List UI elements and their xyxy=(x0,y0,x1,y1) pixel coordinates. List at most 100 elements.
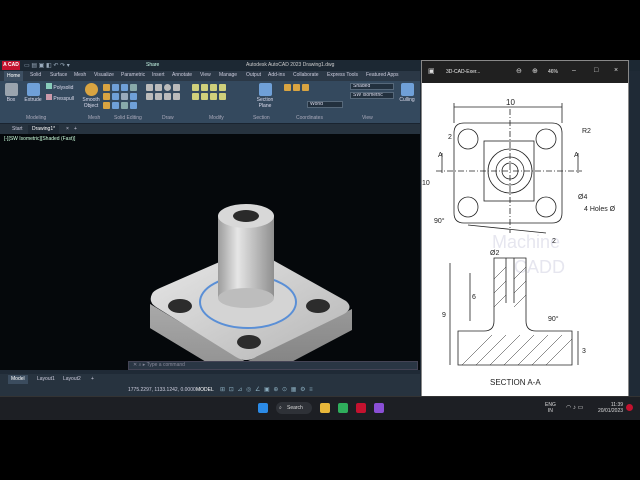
stretch-icon[interactable] xyxy=(210,93,217,100)
tab-layout1[interactable]: Layout1 xyxy=(34,375,58,384)
panel-section[interactable]: Section xyxy=(253,115,270,121)
language-indicator[interactable]: ENG IN xyxy=(545,402,556,414)
taskbar-search[interactable]: ⌕ Search xyxy=(276,402,312,414)
file-tab-bar: Start Drawing1* × + xyxy=(0,124,420,134)
command-line[interactable]: ✕ ⌕ ▸ Type a command xyxy=(128,361,418,370)
ucs-3point-icon[interactable] xyxy=(302,84,309,91)
notification-icon[interactable] xyxy=(626,404,633,411)
move-icon[interactable] xyxy=(192,84,199,91)
tab-express-tools[interactable]: Express Tools xyxy=(327,72,358,78)
scale-icon[interactable] xyxy=(219,93,226,100)
panel-modeling[interactable]: Modeling xyxy=(26,115,46,121)
panel-solid-editing[interactable]: Solid Editing xyxy=(114,115,142,121)
status-toggle-icons[interactable]: ⊞ ⊡ ⊿ ◎ ∠ ▣ ⊕ ⊙ ▦ ⚙ ≡ xyxy=(220,386,314,393)
tab-view[interactable]: View xyxy=(200,72,211,78)
fillet-edge-icon[interactable] xyxy=(112,102,119,109)
copy-icon[interactable] xyxy=(219,84,226,91)
start-icon[interactable] xyxy=(258,403,268,413)
close-icon[interactable]: × xyxy=(614,67,618,74)
presspull-button[interactable]: Presspull xyxy=(46,94,74,102)
ucs-dropdown[interactable]: World xyxy=(307,101,343,108)
separate-icon[interactable] xyxy=(130,102,137,109)
maximize-icon[interactable]: □ xyxy=(594,67,598,74)
tab-featured-apps[interactable]: Featured Apps xyxy=(366,72,399,78)
circle-icon[interactable] xyxy=(164,84,171,91)
command-input[interactable]: Type a command xyxy=(147,362,185,368)
culling-button[interactable]: Culling xyxy=(397,83,417,103)
model-space-toggle[interactable]: MODEL xyxy=(196,387,214,393)
camtasia-icon[interactable] xyxy=(338,403,348,413)
dim-top-width: 10 xyxy=(506,98,515,107)
extract-icon[interactable] xyxy=(130,93,137,100)
thicken-icon[interactable] xyxy=(121,93,128,100)
shell-icon[interactable] xyxy=(121,102,128,109)
tab-insert[interactable]: Insert xyxy=(152,72,165,78)
tab-annotate[interactable]: Annotate xyxy=(172,72,192,78)
tab-surface[interactable]: Surface xyxy=(50,72,67,78)
tab-layout2[interactable]: Layout2 xyxy=(60,375,84,384)
refine-icon[interactable] xyxy=(103,93,110,100)
mesh-icon[interactable] xyxy=(103,84,110,91)
note-holes: 4 Holes Ø xyxy=(584,206,616,213)
tab-add-ins[interactable]: Add-ins xyxy=(268,72,285,78)
zoom-in-icon[interactable]: ⊕ xyxy=(532,67,538,75)
panel-mesh[interactable]: Mesh xyxy=(88,115,100,121)
tab-solid[interactable]: Solid xyxy=(30,72,41,78)
tab-collaborate[interactable]: Collaborate xyxy=(293,72,319,78)
polysolid-button[interactable]: Polysolid xyxy=(46,83,73,91)
minimize-icon[interactable]: – xyxy=(572,67,576,74)
arc-icon[interactable] xyxy=(173,84,180,91)
ucs-origin-icon[interactable] xyxy=(293,84,300,91)
extrude-button[interactable]: Extrude xyxy=(22,83,44,103)
rectangle-icon[interactable] xyxy=(146,93,153,100)
coordinate-readout[interactable]: 1775.2297, 1133.1242, 0.0000 xyxy=(128,387,196,393)
trim-icon[interactable] xyxy=(210,84,217,91)
section-plane-button[interactable]: Section Plane xyxy=(253,83,277,109)
box-button[interactable]: Box xyxy=(3,83,19,103)
file-explorer-icon[interactable] xyxy=(320,403,330,413)
fillet-icon[interactable] xyxy=(201,93,208,100)
tab-output[interactable]: Output xyxy=(246,72,261,78)
panel-coordinates[interactable]: Coordinates xyxy=(296,115,323,121)
view-preset-dropdown[interactable]: SW Isometric xyxy=(350,92,394,99)
ellipse-icon[interactable] xyxy=(173,93,180,100)
crease-icon[interactable] xyxy=(103,102,110,109)
photos-icon[interactable] xyxy=(374,403,384,413)
union-icon[interactable] xyxy=(112,84,119,91)
tab-drawing1[interactable]: Drawing1* xyxy=(28,125,60,134)
mirror-icon[interactable] xyxy=(192,93,199,100)
add-layout-icon[interactable]: + xyxy=(88,375,97,384)
new-tab-icon[interactable]: + xyxy=(70,125,81,134)
rotate-icon[interactable] xyxy=(201,84,208,91)
tab-manage[interactable]: Manage xyxy=(219,72,237,78)
zoom-out-icon[interactable]: ⊖ xyxy=(516,67,522,75)
drawing-viewport[interactable]: [-][SW Isometric][Shaded (Fast)] xyxy=(0,134,420,370)
subtract-icon[interactable] xyxy=(121,84,128,91)
smooth-object-button[interactable]: Smooth Object xyxy=(80,83,102,109)
dim-height-inner: 6 xyxy=(472,294,476,301)
zoom-level[interactable]: 46% xyxy=(548,69,558,75)
system-tray-icons[interactable]: ◠ ♪ ▭ xyxy=(566,404,583,411)
quick-access-toolbar[interactable]: ▭ ▤ ▣ ◧ ↶ ↷ ▾ xyxy=(24,62,70,69)
tab-mesh[interactable]: Mesh xyxy=(74,72,86,78)
slice-icon[interactable] xyxy=(112,93,119,100)
autocad-taskbar-icon[interactable] xyxy=(356,403,366,413)
intersect-icon[interactable] xyxy=(130,84,137,91)
spline-icon[interactable] xyxy=(164,93,171,100)
tab-parametric[interactable]: Parametric xyxy=(121,72,145,78)
panel-draw[interactable]: Draw xyxy=(162,115,174,121)
ucs-icon[interactable] xyxy=(284,84,291,91)
tab-model[interactable]: Model xyxy=(8,375,28,384)
hatch-icon[interactable] xyxy=(155,93,162,100)
tab-home[interactable]: Home xyxy=(4,71,24,81)
panel-modify[interactable]: Modify xyxy=(209,115,224,121)
visual-style-dropdown[interactable]: Shaded xyxy=(350,83,394,90)
line-icon[interactable] xyxy=(146,84,153,91)
autocad-logo[interactable]: A CAD xyxy=(2,61,20,70)
tab-start[interactable]: Start xyxy=(8,125,27,134)
taskbar-clock[interactable]: 11:39 20/01/2023 xyxy=(598,402,623,414)
panel-view[interactable]: View xyxy=(362,115,373,121)
polyline-icon[interactable] xyxy=(155,84,162,91)
share-button[interactable]: Share xyxy=(146,62,159,68)
tab-visualize[interactable]: Visualize xyxy=(94,72,114,78)
